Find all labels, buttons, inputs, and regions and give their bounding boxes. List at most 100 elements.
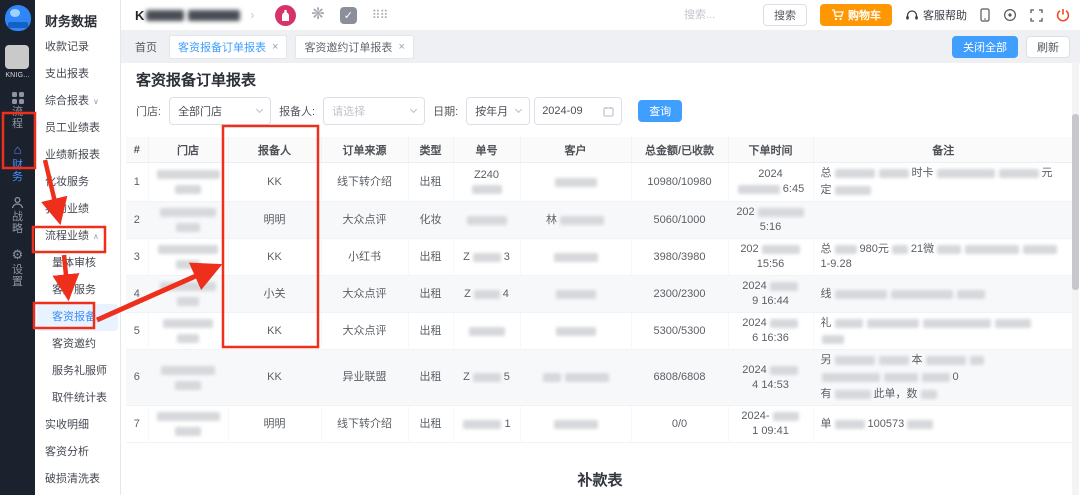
date-input[interactable]: 2024-09	[534, 97, 622, 125]
avatar[interactable]: KNIG...	[5, 45, 29, 79]
date-mode-select[interactable]: 按年月	[466, 97, 530, 125]
search-input[interactable]	[682, 8, 750, 22]
fullscreen-icon[interactable]	[1030, 9, 1043, 22]
redacted-blur	[556, 290, 596, 299]
query-button[interactable]: 查询	[638, 100, 682, 122]
column-header: 订单来源	[321, 137, 408, 163]
redacted-blur	[176, 223, 200, 232]
sidebar-item-15[interactable]: 客资分析	[35, 439, 120, 466]
help-link[interactable]: 客服帮助	[905, 7, 967, 23]
table-cell: 6	[126, 350, 148, 406]
rail-item-process[interactable]: 流程	[11, 92, 24, 130]
redacted-blur	[160, 208, 216, 217]
sidebar-item-4[interactable]: 业绩新报表	[35, 142, 120, 169]
rail-item-strategy[interactable]: 战略	[11, 196, 24, 235]
table-cell: 明明	[228, 202, 321, 239]
redacted-blur	[176, 260, 200, 269]
table-cell: 林	[520, 202, 631, 239]
cart-button[interactable]: 购物车	[820, 4, 892, 26]
date-filter-label: 日期:	[433, 103, 458, 119]
sidebar-item-7[interactable]: 流程业绩∧	[35, 223, 120, 250]
sidebar-item-9[interactable]: 客户服务	[35, 277, 120, 304]
calendar-icon	[603, 106, 614, 117]
close-icon[interactable]: ×	[272, 41, 278, 53]
table-cell	[148, 239, 228, 276]
redacted-blur	[188, 10, 240, 21]
table-row: 1KK线下转介绍出租Z24010980/1098020246:45总时卡元定	[126, 163, 1074, 202]
redacted-blur	[175, 427, 201, 436]
redacted-blur	[762, 245, 800, 254]
check-edit-icon[interactable]: ✓	[340, 7, 357, 24]
column-header: 客户	[520, 137, 631, 163]
lens-flower-icon[interactable]: ❋	[311, 7, 324, 23]
refresh-button[interactable]: 刷新	[1026, 36, 1070, 58]
table-cell: 6808/6808	[631, 350, 728, 406]
table-cell	[520, 406, 631, 443]
sidebar-item-8[interactable]: 量体审核	[35, 250, 120, 277]
brand-bottle-icon[interactable]	[275, 5, 296, 26]
table-cell	[520, 276, 631, 313]
table-cell: KK	[228, 163, 321, 202]
table-cell: 3	[126, 239, 148, 276]
gear-icon: ⚙	[12, 248, 24, 262]
sidebar-item-10[interactable]: 客资报备	[37, 304, 118, 331]
table-cell	[813, 202, 1074, 239]
tab-home[interactable]: 首页	[135, 39, 157, 55]
redacted-blur	[560, 216, 604, 225]
column-header: 备注	[813, 137, 1074, 163]
mobile-phone-icon[interactable]	[980, 8, 990, 22]
record-dot-icon[interactable]	[1003, 8, 1017, 22]
breadcrumb-separator: ›	[250, 8, 254, 22]
table-cell	[148, 313, 228, 350]
sidebar-menu: 收款记录支出报表综合报表∨员工业绩表业绩新报表化妆服务我的业绩流程业绩∧量体审核…	[35, 34, 120, 493]
reporter-select[interactable]: 请选择	[323, 97, 425, 125]
table-cell: 1	[126, 163, 148, 202]
sidebar-item-2[interactable]: 综合报表∨	[35, 88, 120, 115]
sidebar-item-14[interactable]: 实收明细	[35, 412, 120, 439]
table-cell: 礼	[813, 313, 1074, 350]
sidebar-item-11[interactable]: 客资邀约	[35, 331, 120, 358]
store-select[interactable]: 全部门店	[169, 97, 271, 125]
redacted-blur	[835, 390, 871, 399]
sidebar-item-5[interactable]: 化妆服务	[35, 169, 120, 196]
close-icon[interactable]: ×	[398, 41, 404, 53]
sidebar-item-16[interactable]: 破损清洗表	[35, 466, 120, 493]
sidebar-item-0[interactable]: 收款记录	[35, 34, 120, 61]
redacted-blur	[926, 356, 966, 365]
tab-report-active[interactable]: 客资报备订单报表 ×	[169, 35, 287, 59]
tab-invite[interactable]: 客资邀约订单报表 ×	[295, 35, 413, 59]
close-all-button[interactable]: 关闭全部	[952, 36, 1018, 58]
rail-item-finance[interactable]: ⌂ 财务	[11, 143, 24, 183]
redacted-blur	[469, 327, 505, 336]
reporter-filter-label: 报备人:	[279, 103, 315, 119]
sidebar-item-1[interactable]: 支出报表	[35, 61, 120, 88]
rail-sidebar: KNIG... 流程 ⌂ 财务 战略 ⚙ 设置	[0, 0, 35, 495]
redacted-blur	[835, 420, 865, 429]
filter-bar: 门店: 全部门店 报备人: 请选择 日期: 按年月 2024-09 查询	[126, 97, 1068, 125]
power-icon[interactable]	[1056, 8, 1070, 22]
redacted-blur	[835, 169, 875, 178]
table-cell: 小红书	[321, 239, 408, 276]
column-header: 报备人	[228, 137, 321, 163]
redacted-blur	[884, 373, 918, 382]
table-cell: 单100573	[813, 406, 1074, 443]
scrollbar-thumb[interactable]	[1072, 114, 1079, 290]
sidebar-item-3[interactable]: 员工业绩表	[35, 115, 120, 142]
table-cell	[148, 276, 228, 313]
company-name[interactable]: K ›	[135, 8, 260, 23]
sidebar-item-12[interactable]: 服务礼服师	[35, 358, 120, 385]
redacted-blur	[554, 420, 598, 429]
redacted-blur	[965, 245, 1019, 254]
sidebar-item-6[interactable]: 我的业绩	[35, 196, 120, 223]
rail-item-settings[interactable]: ⚙ 设置	[11, 248, 24, 288]
table-cell: 4	[126, 276, 148, 313]
sidebar: 财务数据 收款记录支出报表综合报表∨员工业绩表业绩新报表化妆服务我的业绩流程业绩…	[35, 0, 121, 495]
apps-grid-icon[interactable]: ⠿⠿	[372, 8, 388, 22]
sidebar-item-13[interactable]: 取件统计表	[35, 385, 120, 412]
table-cell: 线下转介绍	[321, 406, 408, 443]
column-header: 总金额/已收款	[631, 137, 728, 163]
table-cell: 总980元21微1-9.28	[813, 239, 1074, 276]
cart-icon	[831, 9, 844, 21]
search-button[interactable]: 搜索	[763, 4, 807, 26]
table-cell: 异业联盟	[321, 350, 408, 406]
